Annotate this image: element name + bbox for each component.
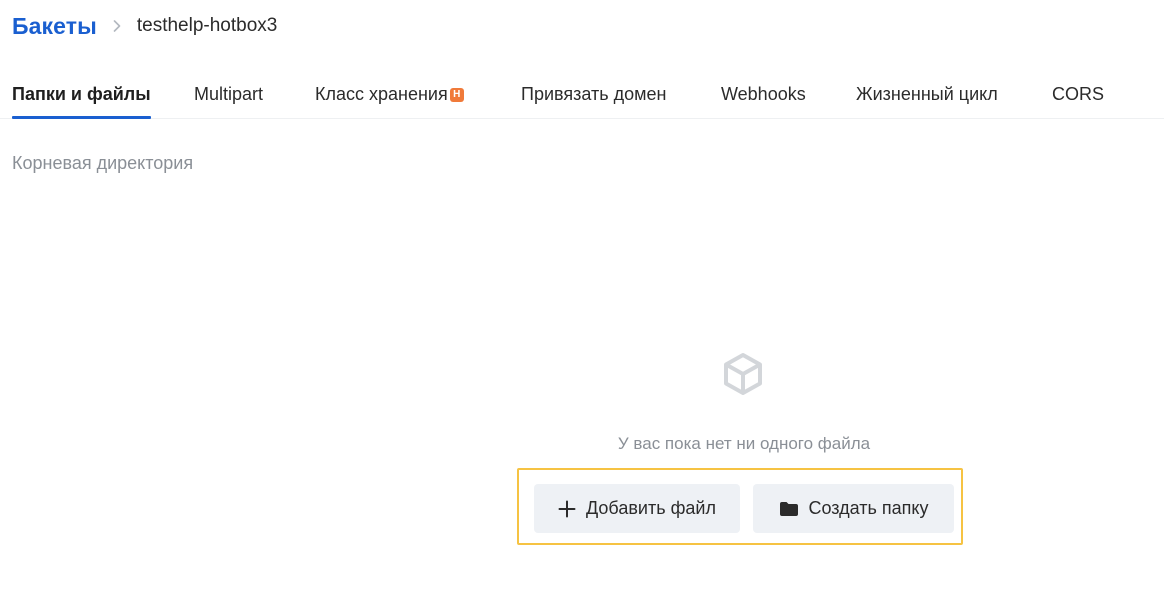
create-folder-button[interactable]: Создать папку	[753, 484, 954, 533]
empty-state-message: У вас пока нет ни одного файла	[617, 434, 871, 453]
breadcrumb: Бакеты testhelp-hotbox3	[12, 10, 277, 42]
tab-webhooks[interactable]: Webhooks	[721, 70, 806, 118]
tab-storage-class[interactable]: Класс хранения Н	[315, 70, 464, 118]
tab-label: Жизненный цикл	[856, 84, 998, 104]
tab-label: Multipart	[194, 84, 264, 104]
tab-label: Класс хранения	[315, 84, 448, 104]
cube-icon	[720, 350, 766, 398]
breadcrumb-current-bucket: testhelp-hotbox3	[136, 15, 278, 36]
empty-state-actions: Добавить файл Создать папку	[517, 468, 963, 545]
folder-icon	[779, 501, 799, 517]
breadcrumb-buckets-link[interactable]: Бакеты	[12, 13, 97, 40]
tab-label: CORS	[1052, 84, 1105, 104]
tab-folders-files[interactable]: Папки и файлы	[12, 70, 151, 119]
bucket-tabs: Папки и файлы Multipart Класс хранения Н …	[0, 70, 1164, 119]
new-badge: Н	[449, 88, 464, 102]
plus-icon	[558, 500, 576, 518]
tab-cors[interactable]: CORS	[1052, 70, 1104, 118]
tab-label: Папки и файлы	[12, 84, 151, 104]
tab-bind-domain[interactable]: Привязать домен	[521, 70, 666, 118]
add-file-label: Добавить файл	[586, 498, 716, 518]
tab-multipart[interactable]: Multipart	[194, 70, 263, 118]
create-folder-label: Создать папку	[808, 498, 929, 518]
chevron-right-icon	[113, 19, 123, 33]
tab-label: Webhooks	[721, 84, 806, 104]
tab-lifecycle[interactable]: Жизненный цикл	[856, 70, 998, 118]
current-directory-label: Корневая директория	[12, 153, 194, 173]
tab-label: Привязать домен	[521, 84, 667, 104]
bucket-page: Бакеты testhelp-hotbox3 Папки и файлы Mu…	[0, 0, 1164, 599]
add-file-button[interactable]: Добавить файл	[534, 484, 740, 533]
